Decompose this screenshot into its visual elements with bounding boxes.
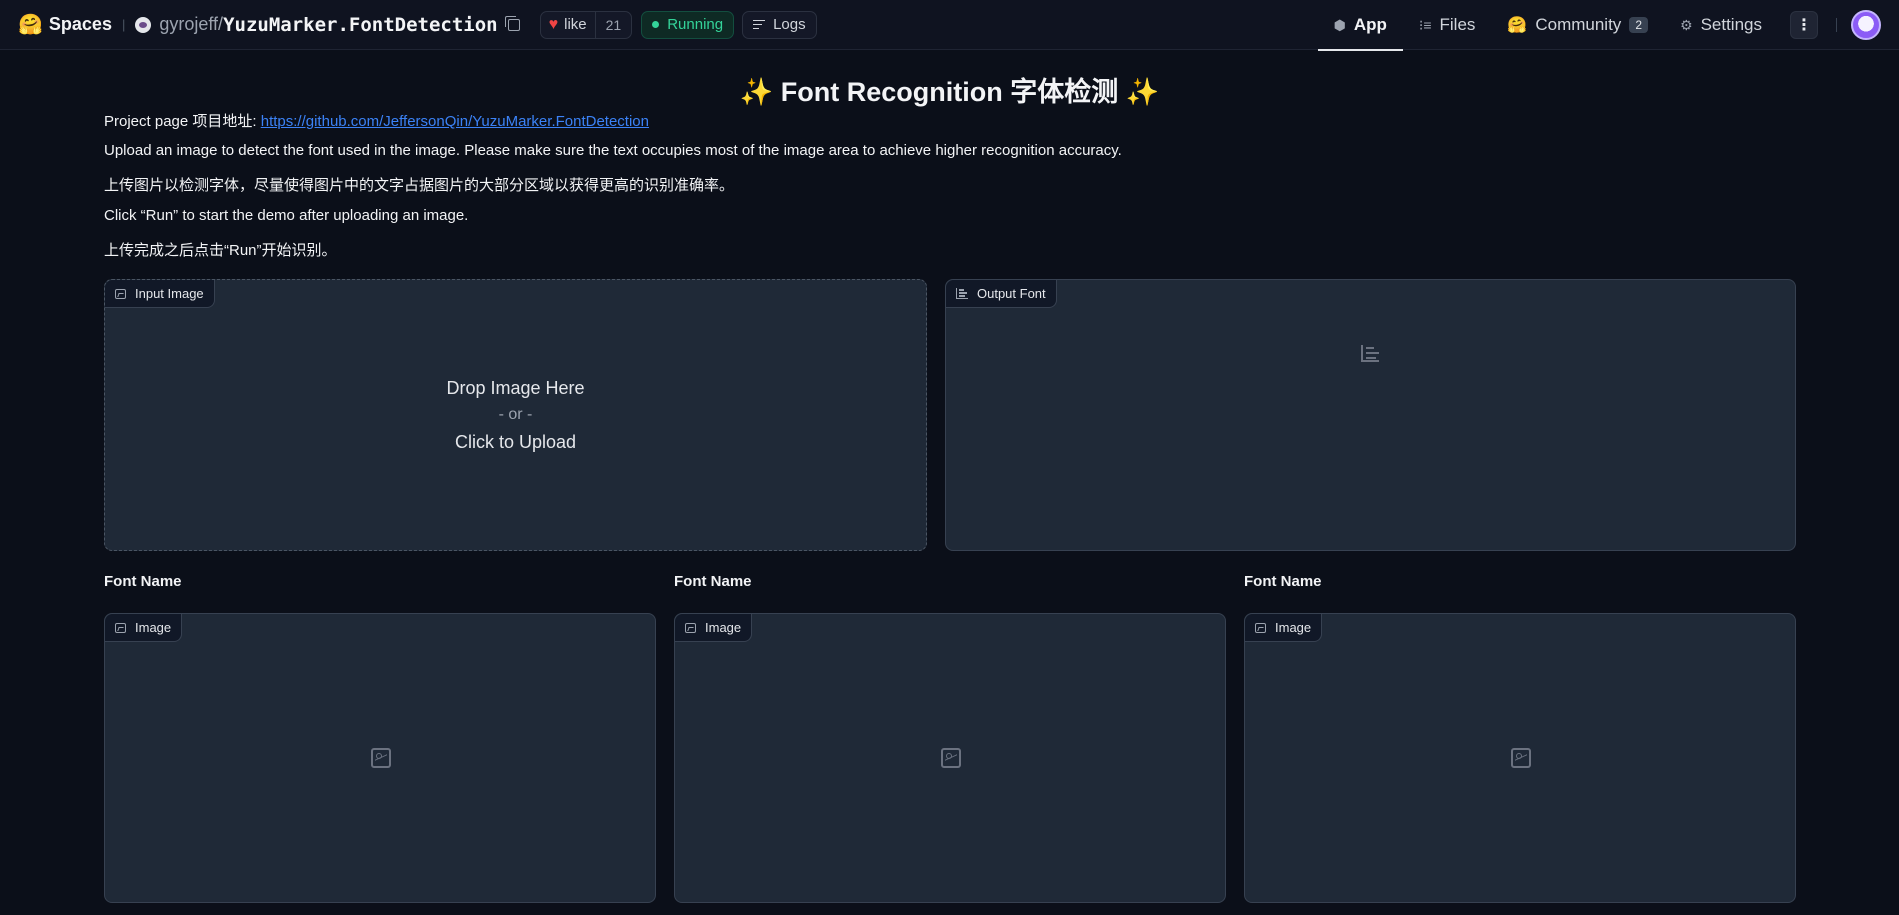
page-title: ✨ Font Recognition 字体检测 ✨ — [739, 77, 1160, 107]
result-image-panel-1: Image — [104, 613, 656, 903]
description-zh: 上传图片以检测字体，尽量使得图片中的文字占据图片的大部分区域以获得更高的识别准确… — [104, 177, 735, 194]
tab-community-label: Community — [1535, 15, 1622, 34]
logs-icon — [753, 19, 766, 30]
files-icon: ⁝≡ — [1418, 16, 1432, 33]
or-text: - or - — [498, 406, 533, 423]
heart-icon: ♥ — [548, 15, 559, 33]
drop-image-text: Drop Image Here — [446, 378, 585, 398]
like-toggle[interactable]: ♥ like — [541, 12, 595, 38]
like-label: like — [564, 16, 587, 33]
input-image-dropzone[interactable]: Input Image Drop Image Here - or - Click… — [104, 279, 927, 551]
output-font-label: Output Font — [946, 280, 1057, 308]
status-label: Running — [667, 16, 724, 33]
logs-label: Logs — [773, 16, 806, 33]
output-font-panel: Output Font — [945, 279, 1796, 551]
tab-app-label: App — [1353, 15, 1387, 34]
project-page-label: Project page 项目地址: — [104, 113, 261, 130]
instruction-en: Click “Run” to start the demo after uplo… — [104, 207, 469, 224]
breadcrumb: 🤗 Spaces | gyrojeff / YuzuMarker.FontDet… — [0, 0, 817, 49]
image-placeholder-icon — [371, 748, 391, 768]
bar-chart-icon — [956, 288, 968, 299]
project-link[interactable]: https://github.com/JeffersonQin/YuzuMark… — [261, 113, 649, 130]
tab-files[interactable]: ⁝≡ Files — [1403, 0, 1492, 50]
output-font-label-text: Output Font — [977, 286, 1046, 301]
like-count[interactable]: 21 — [594, 11, 632, 38]
owner-link[interactable]: gyrojeff — [159, 14, 218, 35]
result-image-label-3: Image — [1245, 614, 1323, 642]
font-name-label-2: Font Name — [674, 573, 752, 590]
click-to-upload-text[interactable]: Click to Upload — [105, 432, 926, 453]
result-image-label-2: Image — [675, 614, 753, 642]
community-icon: 🤗 — [1507, 17, 1528, 34]
spaces-link[interactable]: Spaces — [49, 14, 112, 35]
user-avatar[interactable] — [1851, 10, 1881, 40]
status-dot-icon — [652, 21, 660, 28]
tab-settings[interactable]: ⚙ Settings — [1664, 0, 1778, 50]
tab-community[interactable]: 🤗 Community 2 — [1491, 0, 1664, 50]
breadcrumb-separator: | — [121, 17, 126, 32]
nav-divider — [1836, 18, 1837, 32]
repo-name-link[interactable]: YuzuMarker.FontDetection — [223, 14, 498, 36]
tab-settings-label: Settings — [1700, 15, 1762, 34]
space-nav: ⬢ App ⁝≡ Files 🤗 Community 2 ⚙ Settings … — [1317, 0, 1899, 51]
result-image-label-text: Image — [1275, 620, 1312, 635]
project-page-line: Project page 项目地址: https://github.com/Je… — [104, 110, 649, 131]
copy-icon[interactable] — [504, 15, 520, 31]
image-icon — [115, 622, 126, 633]
hugging-face-icon[interactable]: 🤗 — [18, 12, 43, 37]
result-image-panel-3: Image — [1244, 613, 1796, 903]
input-image-label: Input Image — [105, 280, 215, 308]
image-icon — [115, 288, 126, 299]
image-placeholder-icon — [1511, 748, 1531, 768]
status-badge[interactable]: Running — [641, 10, 735, 39]
like-button[interactable]: ♥ like 21 — [539, 10, 633, 39]
owner-avatar-icon[interactable] — [135, 16, 152, 33]
empty-label-icon — [1361, 345, 1379, 362]
image-placeholder-icon — [941, 748, 961, 768]
gear-icon: ⚙ — [1680, 16, 1693, 33]
instruction-zh: 上传完成之后点击“Run”开始识别。 — [104, 242, 337, 259]
tab-files-label: Files — [1439, 15, 1476, 34]
cube-icon: ⬢ — [1333, 16, 1346, 33]
result-image-label-text: Image — [705, 620, 742, 635]
more-options-button[interactable]: ⋮ — [1790, 11, 1818, 39]
tab-app[interactable]: ⬢ App — [1317, 0, 1404, 51]
description-en: Upload an image to detect the font used … — [104, 142, 1122, 159]
image-icon — [685, 622, 696, 633]
result-image-panel-2: Image — [674, 613, 1226, 903]
image-icon — [1255, 622, 1266, 633]
input-image-label-text: Input Image — [135, 286, 204, 301]
font-name-label-1: Font Name — [104, 573, 182, 590]
result-image-label-text: Image — [135, 620, 172, 635]
result-image-label-1: Image — [105, 614, 183, 642]
top-navbar: 🤗 Spaces | gyrojeff / YuzuMarker.FontDet… — [0, 0, 1899, 51]
font-name-label-3: Font Name — [1244, 573, 1322, 590]
community-count-badge: 2 — [1629, 17, 1648, 33]
logs-button[interactable]: Logs — [742, 10, 817, 39]
